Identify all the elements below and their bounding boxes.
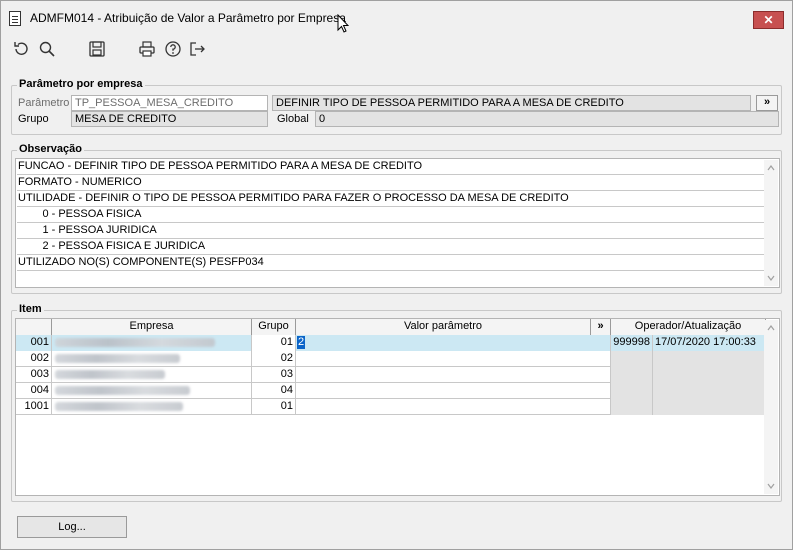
row-code: 1001 — [16, 399, 52, 415]
row-operador — [611, 367, 653, 383]
scroll-down-icon[interactable] — [767, 274, 775, 282]
toolbar — [1, 37, 792, 63]
document-icon — [9, 11, 21, 26]
row-grupo: 01 — [252, 399, 296, 415]
table-row[interactable]: 002 02 — [16, 351, 766, 367]
header-empresa[interactable]: Empresa — [52, 319, 252, 335]
header-valor[interactable]: Valor parâmetro — [296, 319, 591, 335]
title-bar: ADMFM014 - Atribuição de Valor a Parâmet… — [1, 1, 792, 34]
row-operador: 999998 — [611, 335, 653, 351]
exit-icon[interactable] — [187, 39, 207, 59]
parametro-group-legend: Parâmetro por empresa — [17, 78, 145, 90]
row-code: 002 — [16, 351, 52, 367]
row-empresa-redacted — [52, 335, 252, 351]
observacao-line: 0 - PESSOA FISICA — [17, 207, 765, 223]
item-grid: Empresa Grupo Valor parâmetro » Operador… — [15, 318, 780, 496]
grupo-field: MESA DE CREDITO — [71, 111, 268, 127]
observacao-line: 2 - PESSOA FISICA E JURIDICA — [17, 239, 765, 255]
row-grupo: 02 — [252, 351, 296, 367]
row-operador — [611, 399, 653, 415]
observacao-line: FUNCAO - DEFINIR TIPO DE PESSOA PERMITID… — [17, 159, 765, 175]
row-atualizacao — [653, 399, 766, 415]
grid-scrollbar[interactable] — [764, 320, 778, 494]
scroll-up-icon[interactable] — [767, 164, 775, 172]
observacao-line: FORMATO - NUMERICO — [17, 175, 765, 191]
row-empresa-redacted — [52, 399, 252, 415]
table-row[interactable]: 001 01 2 999998 17/07/2020 17:00:33 — [16, 335, 766, 351]
parametro-field[interactable]: TP_PESSOA_MESA_CREDITO — [71, 95, 268, 111]
parametro-label: Parâmetro — [18, 97, 70, 109]
row-valor-value: 2 — [297, 336, 306, 349]
row-grupo: 04 — [252, 383, 296, 399]
search-icon[interactable] — [37, 39, 57, 59]
row-code: 004 — [16, 383, 52, 399]
parametro-expand-button[interactable]: » — [756, 95, 778, 111]
row-grupo: 03 — [252, 367, 296, 383]
table-row[interactable]: 1001 01 — [16, 399, 766, 415]
row-atualizacao: 17/07/2020 17:00:33 — [653, 335, 766, 351]
header-code — [16, 319, 52, 335]
row-atualizacao — [653, 383, 766, 399]
row-operador — [611, 383, 653, 399]
row-atualizacao — [653, 367, 766, 383]
print-icon[interactable] — [137, 39, 157, 59]
table-row[interactable]: 004 04 — [16, 383, 766, 399]
observacao-line: UTILIZADO NO(S) COMPONENTE(S) PESFP034 — [17, 255, 765, 271]
log-button[interactable]: Log... — [17, 516, 127, 538]
row-valor-input[interactable] — [296, 399, 611, 415]
row-grupo: 01 — [252, 335, 296, 351]
header-expand-button[interactable]: » — [591, 319, 611, 335]
scroll-up-icon[interactable] — [767, 324, 775, 332]
header-grupo[interactable]: Grupo — [252, 319, 296, 335]
row-valor-input[interactable] — [296, 351, 611, 367]
global-field: 0 — [315, 111, 779, 127]
table-row[interactable]: 003 03 — [16, 367, 766, 383]
row-code: 003 — [16, 367, 52, 383]
refresh-icon[interactable] — [11, 39, 31, 59]
row-operador — [611, 351, 653, 367]
scroll-down-icon[interactable] — [767, 482, 775, 490]
row-empresa-redacted — [52, 351, 252, 367]
mouse-cursor-icon — [337, 14, 349, 33]
save-icon[interactable] — [87, 39, 107, 59]
help-icon[interactable] — [163, 39, 183, 59]
row-valor-input[interactable] — [296, 367, 611, 383]
row-empresa-redacted — [52, 383, 252, 399]
observacao-group-legend: Observação — [17, 143, 84, 155]
observacao-line: 1 - PESSOA JURIDICA — [17, 223, 765, 239]
header-operador[interactable]: Operador/Atualização — [611, 319, 766, 335]
row-valor-input[interactable] — [296, 383, 611, 399]
row-empresa-redacted — [52, 367, 252, 383]
window-title: ADMFM014 - Atribuição de Valor a Parâmet… — [30, 11, 346, 25]
item-group-legend: Item — [17, 303, 44, 315]
close-button[interactable]: ✕ — [753, 11, 784, 29]
row-atualizacao — [653, 351, 766, 367]
observacao-textarea[interactable]: FUNCAO - DEFINIR TIPO DE PESSOA PERMITID… — [15, 158, 780, 288]
row-valor-input[interactable]: 2 — [296, 335, 611, 351]
row-code: 001 — [16, 335, 52, 351]
observacao-line: UTILIDADE - DEFINIR O TIPO DE PESSOA PER… — [17, 191, 765, 207]
main-window: ADMFM014 - Atribuição de Valor a Parâmet… — [0, 0, 793, 550]
grupo-label: Grupo — [18, 113, 49, 125]
global-label: Global — [277, 113, 309, 125]
observacao-scrollbar[interactable] — [764, 160, 778, 286]
grid-header: Empresa Grupo Valor parâmetro » Operador… — [16, 319, 766, 335]
parametro-description-field: DEFINIR TIPO DE PESSOA PERMITIDO PARA A … — [272, 95, 751, 111]
